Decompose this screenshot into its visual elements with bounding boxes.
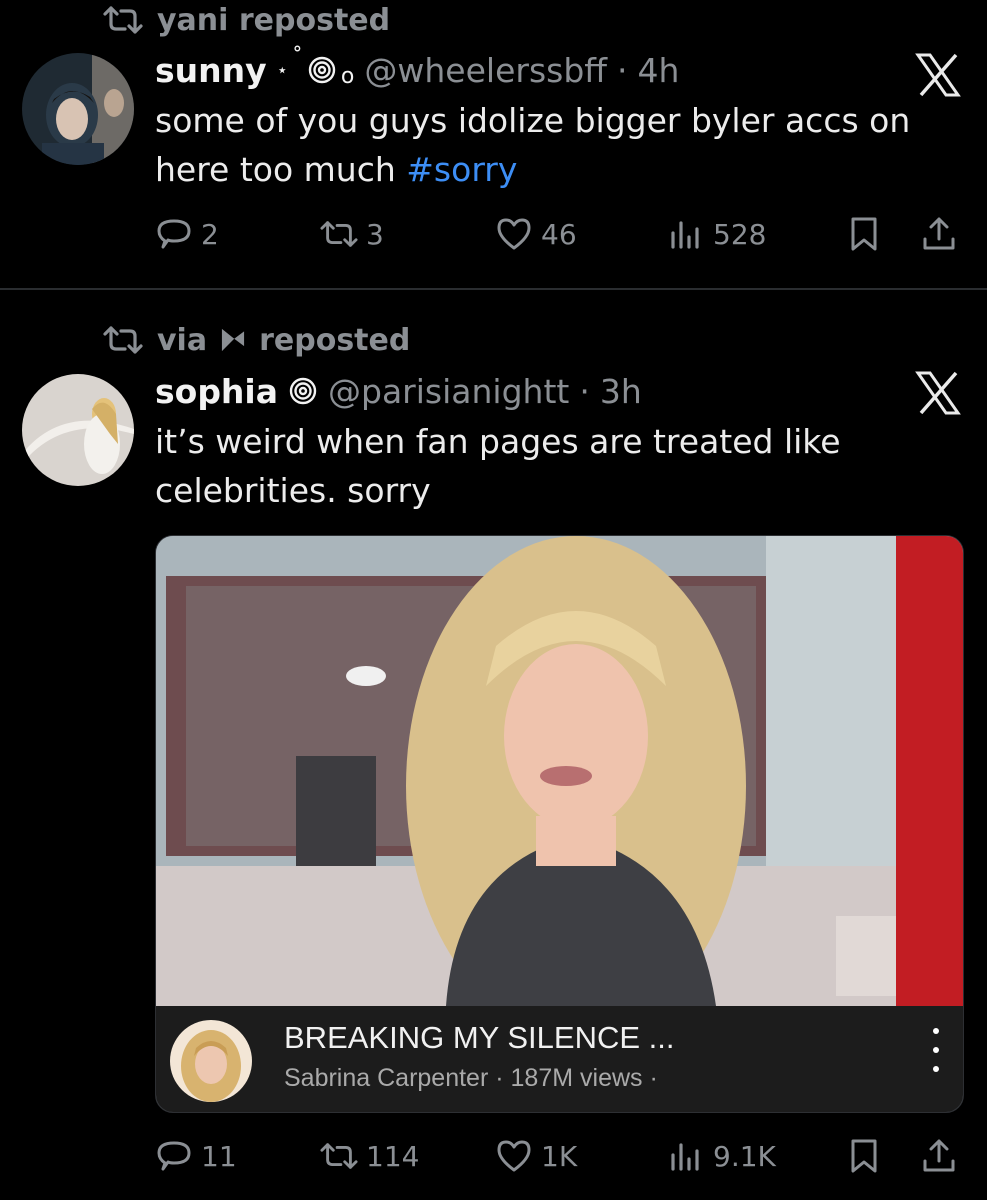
bookmark-icon: [851, 217, 877, 251]
bookmark-icon: [851, 1139, 877, 1173]
video-views: 187M views: [510, 1064, 643, 1092]
like-icon: [497, 1140, 531, 1172]
x-logo-icon[interactable]: [915, 52, 961, 98]
like-button[interactable]: 1K: [495, 1134, 577, 1178]
bow-icon: [222, 328, 245, 352]
action-bar: 11 114 1K 9.1K: [155, 1134, 965, 1178]
author-handle[interactable]: @wheelerssbff: [364, 51, 607, 90]
like-count: 1K: [541, 1139, 578, 1173]
post-header: sophia @parisianightt · 3h: [155, 369, 642, 413]
separator: ·: [579, 371, 590, 411]
share-icon: [923, 217, 955, 250]
view-count: 528: [713, 217, 767, 251]
x-logo-icon[interactable]: [915, 370, 961, 416]
share-button[interactable]: [920, 1134, 958, 1178]
repost-button[interactable]: 114: [320, 1134, 419, 1178]
repost-label: via reposted: [157, 323, 410, 358]
post-body: some of you guys idolize bigger byler ac…: [155, 101, 911, 189]
channel-name[interactable]: Sabrina Carpenter: [284, 1064, 488, 1092]
post-text: it’s weird when fan pages are treated li…: [155, 422, 841, 510]
reply-icon: [157, 219, 191, 249]
views-button[interactable]: 9.1K: [667, 1134, 776, 1178]
video-title[interactable]: BREAKING MY SILENCE ...: [284, 1020, 674, 1056]
spiral-icon: [308, 56, 336, 84]
video-info-bar: BREAKING MY SILENCE ... Sabrina Carpente…: [156, 1006, 963, 1112]
more-icon[interactable]: [926, 1028, 946, 1072]
reply-icon: [157, 1141, 191, 1171]
post-1[interactable]: yani reposted sunny ⋆ ˚ o @wheelerssbff ·…: [0, 0, 987, 288]
avatar[interactable]: [22, 374, 134, 486]
spiral-icon: [289, 377, 317, 405]
like-button[interactable]: 46: [495, 212, 577, 256]
repost-indicator: yani reposted: [103, 0, 390, 40]
post-time[interactable]: 3h: [600, 372, 642, 411]
view-count: 9.1K: [713, 1139, 776, 1173]
separator: ·: [617, 50, 628, 90]
reply-button[interactable]: 2: [155, 212, 219, 256]
channel-avatar[interactable]: [170, 1020, 252, 1102]
views-icon: [671, 221, 699, 249]
repost-button[interactable]: 3: [320, 212, 384, 256]
views-button[interactable]: 528: [667, 212, 766, 256]
repost-label: yani reposted: [157, 2, 391, 38]
share-button[interactable]: [920, 212, 958, 256]
avatar[interactable]: [22, 53, 134, 165]
share-icon: [923, 1139, 955, 1172]
reply-count: 2: [201, 217, 219, 251]
repost-prefix: via: [157, 322, 208, 358]
repost-suffix: reposted: [259, 322, 411, 358]
post-time[interactable]: 4h: [638, 51, 680, 90]
reply-count: 11: [201, 1139, 237, 1173]
repost-count: 3: [366, 217, 384, 251]
hashtag-link[interactable]: #sorry: [406, 150, 517, 189]
reply-button[interactable]: 11: [155, 1134, 237, 1178]
author-name[interactable]: sunny: [155, 51, 267, 90]
like-icon: [497, 218, 531, 250]
repost-icon: [103, 6, 143, 34]
author-handle[interactable]: @parisianightt: [328, 372, 569, 411]
bookmark-button[interactable]: [845, 1134, 883, 1178]
repost-icon: [320, 1143, 358, 1169]
like-count: 46: [541, 217, 577, 251]
video-thumbnail: [156, 536, 963, 1006]
repost-icon: [320, 221, 358, 247]
post-header: sunny ⋆ ˚ o @wheelerssbff · 4h: [155, 45, 680, 92]
video-embed[interactable]: BREAKING MY SILENCE ... Sabrina Carpente…: [155, 535, 964, 1113]
post-text: some of you guys idolize bigger byler ac…: [155, 96, 955, 194]
repost-indicator: via reposted: [103, 320, 410, 360]
repost-count: 114: [366, 1139, 420, 1173]
name-decoration: ⋆ ˚ o: [276, 45, 355, 89]
repost-icon: [103, 326, 143, 354]
action-bar: 2 3 46 528: [155, 212, 965, 256]
avatar-image: [22, 374, 134, 486]
bookmark-button[interactable]: [845, 212, 883, 256]
avatar-image: [22, 53, 134, 165]
author-name[interactable]: sophia: [155, 372, 278, 411]
video-meta: Sabrina Carpenter · 187M views ·: [284, 1064, 658, 1092]
views-icon: [671, 1143, 699, 1171]
